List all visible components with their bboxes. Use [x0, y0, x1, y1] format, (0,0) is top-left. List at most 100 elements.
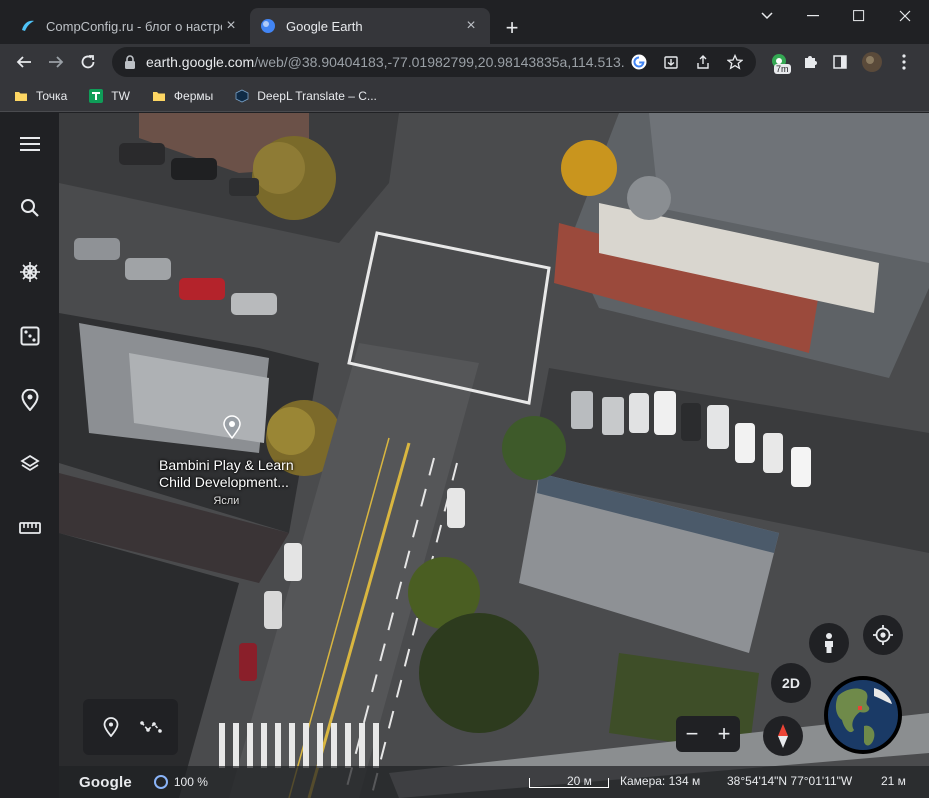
forward-button[interactable] — [42, 48, 70, 76]
tab-search-button[interactable] — [744, 0, 790, 32]
address-bar[interactable]: earth.google.com/web/@38.90404183,-77.01… — [112, 47, 756, 77]
map-tools-panel — [83, 699, 178, 755]
loading-ring-icon — [153, 775, 168, 789]
my-location-button[interactable] — [863, 615, 903, 655]
close-window-button[interactable] — [882, 0, 928, 32]
bookmark-label: TW — [111, 88, 130, 103]
zoom-controls: − + — [676, 716, 740, 752]
street-view-button[interactable] — [809, 623, 849, 663]
map-pin-icon — [21, 389, 39, 411]
camera-altitude: Камера: 134 м — [620, 774, 701, 788]
folder-icon — [152, 91, 165, 101]
maximize-icon — [853, 10, 865, 22]
extension-badge: 7m — [774, 64, 791, 74]
more-vert-icon — [902, 54, 906, 70]
bookmark-tw[interactable]: TW — [89, 88, 130, 103]
share-button[interactable] — [692, 51, 714, 73]
install-app-button[interactable] — [660, 51, 682, 73]
add-placemark-button[interactable] — [97, 713, 125, 741]
place-category: Ясли — [213, 495, 240, 507]
new-tab-button[interactable]: + — [498, 14, 526, 42]
install-icon — [664, 56, 678, 69]
minimize-button[interactable] — [790, 0, 836, 32]
crosshair-icon — [873, 625, 893, 645]
map-style-button[interactable] — [16, 450, 44, 478]
bookmark-fermy[interactable]: Фермы — [152, 89, 213, 103]
extension-timer-button[interactable]: 7m — [766, 48, 794, 76]
maximize-button[interactable] — [836, 0, 882, 32]
google-logo: Google — [79, 773, 132, 791]
draw-path-button[interactable] — [137, 713, 165, 741]
measure-button[interactable] — [16, 514, 44, 542]
bookmark-label: DeepL Translate – C... — [257, 88, 377, 103]
placemark-icon — [103, 717, 119, 737]
tw-icon — [89, 88, 104, 103]
reload-button[interactable] — [74, 48, 102, 76]
google-lens-button[interactable] — [628, 51, 650, 73]
tab-title: Google Earth — [286, 18, 363, 34]
browser-menu-button[interactable] — [890, 48, 918, 76]
path-icon — [140, 721, 162, 733]
search-icon — [21, 199, 39, 217]
place-name-line1: Bambini Play & Learn — [159, 457, 294, 473]
close-icon[interactable]: × — [222, 17, 240, 35]
earth-globe-icon — [826, 678, 900, 752]
tab-strip: CompConfig.ru - блог о настрой × Google … — [0, 0, 929, 44]
url-host: earth.google.com — [146, 54, 255, 70]
globe-minimap[interactable] — [824, 676, 902, 754]
satellite-map-view[interactable]: Bambini Play & Learn Child Development..… — [59, 113, 929, 798]
side-panel-button[interactable] — [826, 48, 854, 76]
bookmark-deepl[interactable]: DeepL Translate – C... — [235, 89, 377, 103]
place-name-line2: Child Development... — [159, 474, 289, 490]
compass-button[interactable] — [763, 716, 803, 756]
tab-compconfig[interactable]: CompConfig.ru - блог о настрой × — [10, 8, 250, 44]
arrow-right-icon — [49, 56, 64, 68]
star-icon — [727, 54, 743, 70]
feeling-lucky-button[interactable] — [16, 322, 44, 350]
voyager-button[interactable] — [16, 258, 44, 286]
share-icon — [697, 55, 709, 69]
bookmark-label: Точка — [36, 88, 68, 103]
scale-label: 20 м — [567, 774, 592, 788]
loading-percent: 100 % — [173, 775, 208, 789]
projects-button[interactable] — [16, 386, 44, 414]
back-button[interactable] — [10, 48, 38, 76]
lock-icon[interactable] — [124, 55, 136, 69]
close-icon — [899, 10, 911, 22]
tab-google-earth[interactable]: Google Earth × — [250, 8, 490, 44]
reload-icon — [81, 55, 95, 69]
puzzle-icon — [805, 56, 817, 68]
zoom-in-button[interactable]: + — [708, 721, 740, 747]
bookmark-star-button[interactable] — [724, 51, 746, 73]
avatar-icon — [862, 52, 882, 72]
ruler-icon — [19, 522, 41, 534]
tab-title: CompConfig.ru - блог о настрой — [46, 18, 222, 34]
place-label[interactable]: Bambini Play & Learn Child Development..… — [159, 457, 294, 510]
ground-altitude: 21 м — [881, 774, 906, 788]
google-earth-favicon-icon — [261, 19, 275, 33]
google-g-icon — [631, 54, 647, 70]
hamburger-menu-icon — [20, 137, 40, 151]
ship-wheel-icon — [20, 262, 40, 282]
place-marker-icon[interactable] — [222, 415, 242, 439]
folder-icon — [15, 91, 27, 101]
deepl-icon — [235, 89, 249, 102]
dice-icon — [20, 326, 40, 346]
search-button[interactable] — [16, 194, 44, 222]
toggle-2d-button[interactable]: 2D — [771, 663, 811, 703]
extensions-button[interactable] — [796, 48, 824, 76]
minimize-icon — [807, 15, 819, 17]
menu-button[interactable] — [16, 130, 44, 158]
arrow-left-icon — [16, 56, 31, 68]
bookmark-label: Фермы — [173, 88, 214, 103]
coordinates-readout: 38°54'14"N 77°01'11"W — [727, 774, 853, 788]
compconfig-favicon-icon — [22, 20, 34, 31]
zoom-out-button[interactable]: − — [676, 721, 708, 747]
side-panel-icon — [833, 55, 847, 69]
browser-toolbar: earth.google.com/web/@38.90404183,-77.01… — [0, 44, 929, 80]
bookmarks-bar: Точка TW Фермы DeepL Translate – C... — [0, 80, 929, 112]
compass-icon — [778, 724, 788, 748]
bookmark-tochka[interactable]: Точка — [14, 89, 67, 103]
profile-button[interactable] — [858, 48, 886, 76]
close-icon[interactable]: × — [462, 17, 480, 35]
